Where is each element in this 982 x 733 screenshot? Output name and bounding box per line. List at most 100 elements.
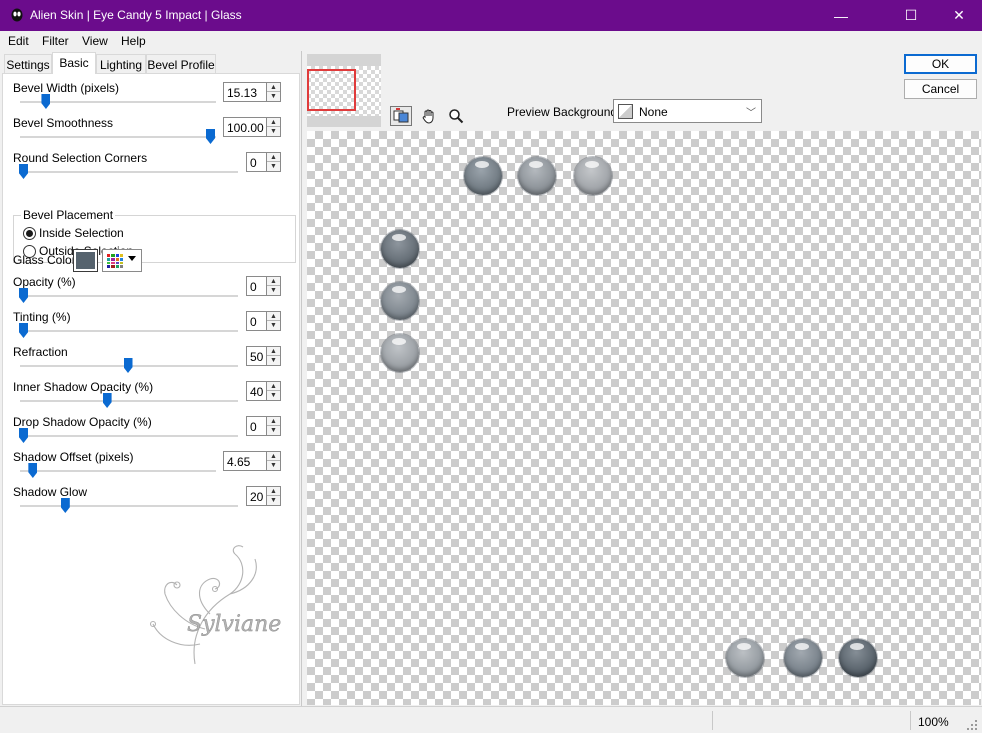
spin-down-icon[interactable]: ▼ xyxy=(267,496,280,505)
opacity-input[interactable]: 0 ▲ ▼ xyxy=(246,276,281,296)
hand-tool-button[interactable] xyxy=(418,106,440,126)
inner-shadow-slider-thumb[interactable] xyxy=(102,393,112,408)
settings-panel: Settings Basic Lighting Bevel Profile Be… xyxy=(0,51,302,706)
spin-up-icon[interactable]: ▲ xyxy=(267,83,280,92)
glass-color-label: Glass Color xyxy=(13,253,76,267)
spin-up-icon[interactable]: ▲ xyxy=(267,153,280,162)
spin-down-icon[interactable]: ▼ xyxy=(267,461,280,470)
spin-up-icon[interactable]: ▲ xyxy=(267,382,280,391)
bevel-width-label: Bevel Width (pixels) xyxy=(13,81,120,95)
bevel-width-input[interactable]: 15.13 ▲ ▼ xyxy=(223,82,281,102)
shadow-offset-slider-thumb[interactable] xyxy=(28,463,38,478)
tab-bevel-profile[interactable]: Bevel Profile xyxy=(146,54,216,74)
shadow-glow-slider-thumb[interactable] xyxy=(60,498,70,513)
drop-shadow-slider-track[interactable] xyxy=(20,435,238,437)
chevron-down-icon xyxy=(128,256,136,261)
close-button[interactable]: ✕ xyxy=(936,0,982,31)
shadow-offset-value: 4.65 xyxy=(227,455,251,469)
spin-down-icon[interactable]: ▼ xyxy=(267,286,280,295)
preview-background-label: Preview Background: xyxy=(507,105,621,119)
spin-down-icon[interactable]: ▼ xyxy=(267,356,280,365)
round-corners-slider-thumb[interactable] xyxy=(19,164,28,179)
shadow-offset-slider-track[interactable] xyxy=(20,470,216,472)
glass-color-swatch[interactable] xyxy=(73,249,98,272)
bevel-smoothness-slider-thumb[interactable] xyxy=(206,129,215,144)
bevel-smoothness-spinner[interactable]: ▲ ▼ xyxy=(266,117,281,137)
maximize-icon: ☐ xyxy=(904,7,918,23)
opacity-spinner[interactable]: ▲ ▼ xyxy=(266,276,281,296)
refraction-slider-thumb[interactable] xyxy=(123,358,133,373)
preview-canvas[interactable] xyxy=(307,131,981,705)
drop-shadow-spinner[interactable]: ▲ ▼ xyxy=(266,416,281,436)
maximize-button[interactable]: ☐ xyxy=(888,0,934,31)
preview-background-select[interactable]: None ﹀ xyxy=(613,99,762,123)
spin-up-icon[interactable]: ▲ xyxy=(267,452,280,461)
shadow-glow-slider-track[interactable] xyxy=(20,505,238,507)
inner-shadow-input[interactable]: 40 ▲ ▼ xyxy=(246,381,281,401)
tinting-spinner[interactable]: ▲ ▼ xyxy=(266,311,281,331)
spin-up-icon[interactable]: ▲ xyxy=(267,487,280,496)
spin-down-icon[interactable]: ▼ xyxy=(267,321,280,330)
navigator-thumbnail[interactable] xyxy=(307,54,381,127)
bevel-width-spinner[interactable]: ▲ ▼ xyxy=(266,82,281,102)
spin-up-icon[interactable]: ▲ xyxy=(267,118,280,127)
shadow-offset-input[interactable]: 4.65 ▲ ▼ xyxy=(223,451,281,471)
bevel-smoothness-input[interactable]: 100.00 ▲ ▼ xyxy=(223,117,281,137)
color-grid-icon xyxy=(107,254,123,268)
round-corners-input[interactable]: 0 ▲ ▼ xyxy=(246,152,281,172)
spin-up-icon[interactable]: ▲ xyxy=(267,417,280,426)
round-corners-slider-track[interactable] xyxy=(20,171,238,173)
inside-selection-label[interactable]: Inside Selection xyxy=(39,226,124,240)
minimize-button[interactable]: — xyxy=(818,0,864,31)
status-bar: 100% xyxy=(0,706,982,733)
tab-settings[interactable]: Settings xyxy=(4,54,52,74)
refraction-input[interactable]: 50 ▲ ▼ xyxy=(246,346,281,366)
spin-down-icon[interactable]: ▼ xyxy=(267,391,280,400)
tab-basic[interactable]: Basic xyxy=(52,52,96,74)
inside-selection-radio[interactable] xyxy=(23,227,36,240)
bevel-width-slider-thumb[interactable] xyxy=(41,94,51,109)
compare-tool-button[interactable] xyxy=(390,106,412,126)
resize-grip-icon[interactable] xyxy=(966,719,978,731)
menu-edit[interactable]: Edit xyxy=(8,34,29,48)
tab-lighting[interactable]: Lighting xyxy=(96,54,146,74)
tinting-value: 0 xyxy=(250,315,257,329)
refraction-spinner[interactable]: ▲ ▼ xyxy=(266,346,281,366)
opacity-slider-track[interactable] xyxy=(20,295,238,297)
shadow-glow-label: Shadow Glow xyxy=(13,485,88,499)
inner-shadow-slider-track[interactable] xyxy=(20,400,238,402)
spin-down-icon[interactable]: ▼ xyxy=(267,426,280,435)
opacity-slider-thumb[interactable] xyxy=(19,288,28,303)
tinting-slider-track[interactable] xyxy=(20,330,238,332)
spin-up-icon[interactable]: ▲ xyxy=(267,347,280,356)
ok-button[interactable]: OK xyxy=(904,54,977,74)
menu-view[interactable]: View xyxy=(82,34,108,48)
glass-bead xyxy=(381,230,419,268)
drop-shadow-label: Drop Shadow Opacity (%) xyxy=(13,415,152,429)
inner-shadow-value: 40 xyxy=(250,385,264,399)
zoom-tool-button[interactable] xyxy=(445,106,467,126)
spin-down-icon[interactable]: ▼ xyxy=(267,127,280,136)
color-picker-button[interactable] xyxy=(102,249,142,272)
shadow-glow-spinner[interactable]: ▲ ▼ xyxy=(266,486,281,506)
menu-filter[interactable]: Filter xyxy=(42,34,69,48)
drop-shadow-slider-thumb[interactable] xyxy=(19,428,28,443)
glass-bead xyxy=(839,639,877,677)
menu-help[interactable]: Help xyxy=(121,34,146,48)
spin-down-icon[interactable]: ▼ xyxy=(267,162,280,171)
drop-shadow-input[interactable]: 0 ▲ ▼ xyxy=(246,416,281,436)
tinting-slider-thumb[interactable] xyxy=(19,323,28,338)
inner-shadow-spinner[interactable]: ▲ ▼ xyxy=(266,381,281,401)
cancel-button[interactable]: Cancel xyxy=(904,79,977,99)
spin-up-icon[interactable]: ▲ xyxy=(267,312,280,321)
navigator-viewport-box[interactable] xyxy=(307,69,356,111)
spin-down-icon[interactable]: ▼ xyxy=(267,92,280,101)
bevel-smoothness-slider-track[interactable] xyxy=(20,136,216,138)
tinting-input[interactable]: 0 ▲ ▼ xyxy=(246,311,281,331)
window-title: Alien Skin | Eye Candy 5 Impact | Glass xyxy=(30,8,242,22)
shadow-offset-spinner[interactable]: ▲ ▼ xyxy=(266,451,281,471)
round-corners-spinner[interactable]: ▲ ▼ xyxy=(266,152,281,172)
shadow-glow-input[interactable]: 20 ▲ ▼ xyxy=(246,486,281,506)
spin-up-icon[interactable]: ▲ xyxy=(267,277,280,286)
title-bar: Alien Skin | Eye Candy 5 Impact | Glass … xyxy=(0,0,982,31)
